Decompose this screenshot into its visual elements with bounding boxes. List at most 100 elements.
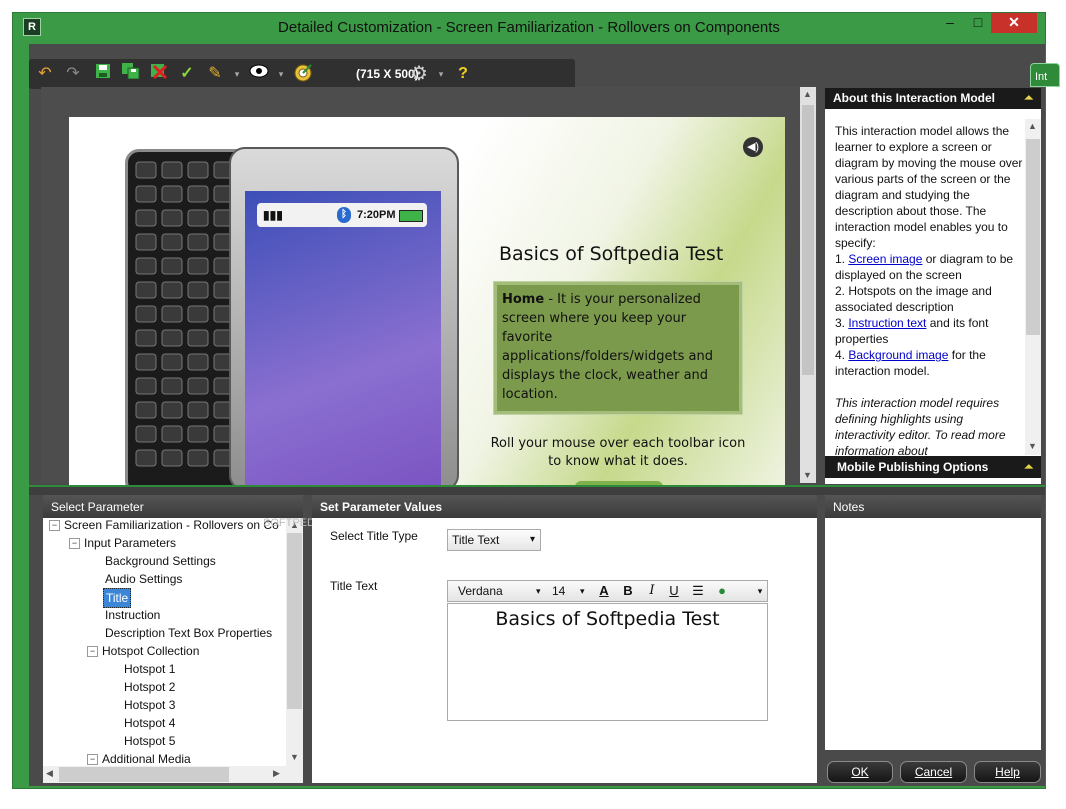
link-icon[interactable]: ●	[712, 582, 732, 600]
parameter-tree: − Screen Familiarization - Rollovers on C…	[43, 518, 303, 766]
editor-toolbar: Verdana ▾ 14 ▾ A B I U ☰ ● ▾	[447, 580, 768, 602]
tree-node-description-box[interactable]: Description Text Box Properties	[105, 624, 272, 642]
stage-title: Basics of Softpedia Test	[499, 243, 724, 265]
about-item-4: 4. Background image for the interaction …	[835, 347, 1023, 379]
bullet-list-icon[interactable]: ☰	[688, 582, 708, 600]
stage-instruction: Roll your mouse over each toolbar icon t…	[490, 436, 746, 469]
settings-icon[interactable]: ⚙	[407, 63, 431, 85]
scroll-left-icon[interactable]: ◀	[46, 768, 53, 779]
ok-button[interactable]: OK	[827, 761, 893, 783]
tree-node-input-parameters[interactable]: − Input Parameters	[69, 534, 176, 552]
item-number: 3.	[835, 316, 849, 330]
tree-node-instruction[interactable]: Instruction	[105, 606, 160, 624]
tree-label: Screen Familiarization - Rollovers on Co	[64, 518, 279, 532]
chevron-down-icon[interactable]: ▾	[530, 530, 535, 550]
set-parameter-header: Set Parameter Values	[312, 495, 817, 519]
underline-icon[interactable]: U	[664, 582, 684, 600]
tab-intro[interactable]: Int	[1030, 63, 1060, 87]
tree-node-title[interactable]: Title	[103, 588, 132, 608]
spell-check-icon[interactable]: ✓	[175, 63, 199, 85]
select-value: Title Text	[452, 533, 500, 547]
about-content: This interaction model allows the learne…	[835, 123, 1023, 455]
phone-time: 7:20PM	[357, 209, 396, 221]
editor-content: Basics of Softpedia Test	[495, 608, 720, 630]
collapse-icon[interactable]: −	[87, 646, 98, 658]
help-icon[interactable]: ?	[451, 63, 475, 85]
select-value: 14	[552, 584, 566, 598]
font-color-icon[interactable]: A	[594, 582, 614, 600]
notes-header: Notes	[825, 495, 1041, 519]
select-value: Verdana	[458, 584, 503, 598]
tree-node-hotspot-2[interactable]: Hotspot 2	[124, 678, 175, 696]
about-note: This interaction model requires defining…	[835, 396, 1006, 455]
phone-screen-image	[245, 191, 441, 485]
redo-icon[interactable]: ↷	[61, 63, 85, 85]
delete-icon[interactable]	[147, 63, 171, 85]
collapse-icon[interactable]: −	[87, 754, 98, 766]
scroll-down-icon[interactable]: ▼	[1028, 441, 1037, 451]
tree-node-hotspot-5[interactable]: Hotspot 5	[124, 732, 175, 750]
tree-node-hotspot-collection[interactable]: − Hotspot Collection	[87, 642, 199, 660]
item-number: 1.	[835, 252, 849, 266]
maximize-button[interactable]: □	[965, 13, 991, 33]
mobile-publishing-header[interactable]: Mobile Publishing Options ⏶	[825, 456, 1041, 478]
battery-icon	[399, 210, 423, 222]
preview-scrollbar[interactable]: ▲ ▼	[800, 87, 816, 483]
font-size-select[interactable]: 14 ▾	[552, 583, 586, 599]
expand-icon[interactable]: ⏶	[1024, 456, 1033, 478]
font-family-select[interactable]: Verdana ▾	[458, 583, 542, 599]
theme-icon[interactable]: ✎	[203, 63, 227, 85]
screen-image-link[interactable]: Screen image	[848, 252, 922, 266]
minimize-button[interactable]: –	[937, 13, 963, 33]
tree-node-additional-media[interactable]: − Additional Media	[87, 750, 191, 766]
cancel-button[interactable]: Cancel	[900, 761, 967, 783]
chevron-down-icon[interactable]: ▾	[269, 63, 293, 85]
scrollbar-thumb[interactable]	[287, 533, 302, 709]
help-button[interactable]: Help	[974, 761, 1041, 783]
background-image-link[interactable]: Background image	[848, 348, 948, 362]
collapse-icon[interactable]: ⏶	[1024, 88, 1033, 109]
tree-node-hotspot-3[interactable]: Hotspot 3	[124, 696, 175, 714]
about-intro: This interaction model allows the learne…	[835, 124, 1023, 250]
scrollbar-thumb[interactable]	[1026, 139, 1040, 335]
tree-node-hotspot-1[interactable]: Hotspot 1	[124, 660, 175, 678]
chevron-down-icon[interactable]: ▾	[580, 583, 585, 599]
title-bar[interactable]: R Detailed Customization - Screen Famili…	[13, 13, 1045, 43]
italic-icon[interactable]: I	[642, 582, 662, 600]
scroll-down-icon[interactable]: ▼	[803, 470, 812, 480]
scroll-up-icon[interactable]: ▲	[1028, 121, 1037, 131]
tree-node-hotspot-4[interactable]: Hotspot 4	[124, 714, 175, 732]
close-button[interactable]: ✕	[991, 13, 1037, 33]
tree-label: Additional Media	[102, 752, 191, 766]
window-title: Detailed Customization - Screen Familiar…	[278, 19, 780, 36]
chevron-down-icon[interactable]: ▾	[225, 63, 249, 85]
title-type-select[interactable]: Title Text ▾	[447, 529, 541, 551]
chevron-down-icon[interactable]: ▾	[536, 583, 541, 599]
about-item-1: 1. Screen image or diagram to be display…	[835, 251, 1023, 283]
chevron-down-icon[interactable]: ▾	[429, 63, 453, 85]
scrollbar-thumb[interactable]	[802, 105, 814, 375]
about-header[interactable]: About this Interaction Model ⏶	[825, 88, 1041, 109]
tree-node-audio-settings[interactable]: Audio Settings	[105, 570, 182, 588]
instruction-text-link[interactable]: Instruction text	[848, 316, 926, 330]
undo-icon[interactable]: ↶	[33, 63, 57, 85]
speaker-icon[interactable]: ◀)	[743, 137, 763, 157]
save-icon[interactable]	[91, 63, 115, 85]
bold-icon[interactable]: B	[618, 582, 638, 600]
title-text-editor[interactable]: Basics of Softpedia Test	[447, 603, 768, 721]
scroll-up-icon[interactable]: ▲	[803, 89, 812, 99]
notes-textarea[interactable]	[825, 518, 1041, 750]
chevron-down-icon[interactable]: ▾	[750, 582, 770, 600]
save-all-icon[interactable]	[119, 63, 143, 85]
collapse-icon[interactable]: −	[69, 538, 80, 550]
collapse-icon[interactable]: −	[49, 520, 60, 532]
scroll-down-icon[interactable]: ▼	[290, 752, 299, 762]
tree-node-root[interactable]: − Screen Familiarization - Rollovers on C…	[49, 518, 279, 534]
scroll-right-icon[interactable]: ▶	[273, 768, 280, 779]
scrollbar-thumb[interactable]	[59, 767, 229, 782]
panel-splitter[interactable]	[29, 485, 1045, 495]
signal-icon: ▮▮▮	[263, 208, 283, 222]
tree-node-background-settings[interactable]: Background Settings	[105, 552, 216, 570]
target-icon[interactable]	[291, 63, 315, 85]
preview-icon[interactable]	[247, 63, 271, 85]
